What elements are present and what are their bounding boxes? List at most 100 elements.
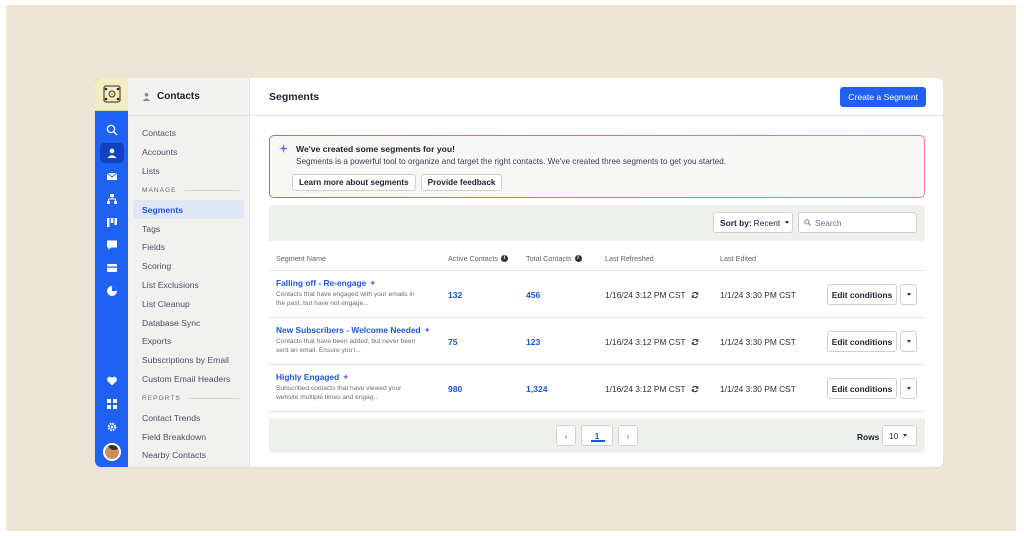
col-active-contacts: Active Contacts i xyxy=(448,254,508,263)
logo-icon xyxy=(103,85,120,103)
create-segment-button[interactable]: Create a Segment xyxy=(840,86,926,107)
learn-more-button[interactable]: Learn more about segments xyxy=(292,174,416,191)
info-icon[interactable]: i xyxy=(574,255,582,262)
info-banner: We've created some segments for you! Seg… xyxy=(269,135,925,198)
refresh-icon[interactable] xyxy=(691,291,699,299)
row-menu-button[interactable] xyxy=(900,378,917,399)
col-last-edited: Last Edited xyxy=(720,254,756,263)
segment-name: New Subscribers - Welcome Needed xyxy=(276,325,421,335)
segment-name-link[interactable]: New Subscribers - Welcome Needed ✦ xyxy=(276,325,431,335)
menu-item-nearby-contacts[interactable]: Nearby Contacts xyxy=(128,446,249,465)
menu-item-fields[interactable]: Fields xyxy=(128,238,249,257)
row-menu-button[interactable] xyxy=(900,331,917,352)
prev-page-button[interactable]: ‹ xyxy=(556,425,576,446)
last-edited: 1/1/24 3:30 PM CST xyxy=(720,384,796,394)
chevron-down-icon xyxy=(906,340,911,343)
menu-item-segments[interactable]: Segments xyxy=(133,200,244,220)
segment-name-link[interactable]: Highly Engaged ✦ xyxy=(276,372,349,382)
menu-item-contacts[interactable]: Contacts xyxy=(128,124,249,143)
last-refreshed: 1/16/24 3:12 PM CST xyxy=(605,290,699,300)
last-refreshed: 1/16/24 3:12 PM CST xyxy=(605,384,699,394)
kanban-icon[interactable] xyxy=(100,212,124,232)
menu-item-lists[interactable]: Lists xyxy=(128,162,249,181)
total-contacts-link[interactable]: 1,324 xyxy=(526,384,548,394)
menu-item-contact-trends[interactable]: Contact Trends xyxy=(128,408,249,427)
segment-description: Contacts that have been added, but never… xyxy=(276,338,416,354)
table-header: Segment Name Active Contacts i Total Cont… xyxy=(269,241,925,271)
rows-per-page-select[interactable]: 10 xyxy=(882,425,917,446)
edit-conditions-button[interactable]: Edit conditions xyxy=(827,331,897,352)
last-refreshed: 1/16/24 3:12 PM CST xyxy=(605,337,699,347)
last-refreshed-value: 1/16/24 3:12 PM CST xyxy=(605,337,686,347)
menu-item-list-cleanup[interactable]: List Cleanup xyxy=(128,294,249,313)
section-reports: REPORTS xyxy=(128,388,249,408)
last-refreshed-value: 1/16/24 3:12 PM CST xyxy=(605,290,686,300)
next-page-button[interactable]: › xyxy=(618,425,638,446)
search-icon[interactable] xyxy=(100,120,124,140)
side-menu: Contacts Contacts Accounts Lists MANAGE … xyxy=(128,78,250,467)
mail-icon[interactable] xyxy=(100,166,124,186)
edit-conditions-button[interactable]: Edit conditions xyxy=(827,284,897,305)
app-window: Contacts Contacts Accounts Lists MANAGE … xyxy=(95,78,943,467)
last-edited: 1/1/24 3:30 PM CST xyxy=(720,337,796,347)
segment-name-link[interactable]: Falling off - Re-engage ✦ xyxy=(276,278,376,288)
gear-icon[interactable] xyxy=(100,417,124,437)
table-row: Falling off - Re-engage ✦ Contacts that h… xyxy=(269,271,925,318)
search-box[interactable] xyxy=(798,212,917,233)
menu-item-list-exclusions[interactable]: List Exclusions xyxy=(128,276,249,295)
menu-item-custom-email-headers[interactable]: Custom Email Headers xyxy=(128,370,249,389)
menu-item-field-breakdown[interactable]: Field Breakdown xyxy=(128,427,249,446)
edit-conditions-button[interactable]: Edit conditions xyxy=(827,378,897,399)
feedback-button[interactable]: Provide feedback xyxy=(420,174,503,191)
table-row: New Subscribers - Welcome Needed ✦ Contac… xyxy=(269,318,925,365)
grid-icon[interactable] xyxy=(100,394,124,414)
menu-item-exports[interactable]: Exports xyxy=(128,332,249,351)
search-input[interactable] xyxy=(815,217,915,228)
segments-panel: Sort by: Recent Segment Name Active Cont… xyxy=(269,205,925,453)
active-contacts-link[interactable]: 132 xyxy=(448,290,462,300)
last-edited: 1/1/24 3:30 PM CST xyxy=(720,290,796,300)
person-icon xyxy=(142,92,151,101)
col-segment-name: Segment Name xyxy=(276,254,326,263)
segment-name: Highly Engaged xyxy=(276,372,340,382)
section-manage: MANAGE xyxy=(128,180,249,200)
segment-description: Subscribed contacts that have viewed you… xyxy=(276,385,402,401)
user-icon[interactable] xyxy=(99,143,124,163)
sparkle-icon xyxy=(279,144,288,153)
heart-icon[interactable] xyxy=(100,371,124,391)
sort-label: Sort by: xyxy=(720,217,752,228)
active-contacts-link[interactable]: 75 xyxy=(448,337,458,347)
row-menu-button[interactable] xyxy=(900,284,917,305)
table-row: Highly Engaged ✦ Subscribed contacts that… xyxy=(269,365,925,412)
menu-item-subscriptions-by-email[interactable]: Subscriptions by Email xyxy=(128,351,249,370)
menu-item-tags[interactable]: Tags xyxy=(128,219,249,238)
refresh-icon[interactable] xyxy=(691,385,699,393)
last-refreshed-value: 1/16/24 3:12 PM CST xyxy=(605,384,686,394)
chevron-down-icon xyxy=(903,434,908,437)
main-content: Segments Create a Segment We've created … xyxy=(250,78,943,467)
card-icon[interactable] xyxy=(100,258,124,278)
sparkle-icon: ✦ xyxy=(423,325,431,335)
logo[interactable] xyxy=(95,78,128,111)
sparkle-icon: ✦ xyxy=(342,372,350,382)
page-backdrop: Contacts Contacts Accounts Lists MANAGE … xyxy=(6,5,1016,531)
sort-dropdown[interactable]: Sort by: Recent xyxy=(713,212,793,233)
chat-icon[interactable] xyxy=(100,235,124,255)
info-icon[interactable]: i xyxy=(500,255,508,262)
sitemap-icon[interactable] xyxy=(100,189,124,209)
chevron-down-icon xyxy=(906,293,911,296)
refresh-icon[interactable] xyxy=(691,338,699,346)
menu-item-database-sync[interactable]: Database Sync xyxy=(128,313,249,332)
avatar[interactable] xyxy=(102,443,121,461)
total-contacts-link[interactable]: 456 xyxy=(526,290,540,300)
active-contacts-link[interactable]: 980 xyxy=(448,384,462,394)
chevron-down-icon xyxy=(785,221,790,224)
menu-item-accounts[interactable]: Accounts xyxy=(128,143,249,162)
pie-chart-icon[interactable] xyxy=(100,281,124,301)
total-contacts-link[interactable]: 123 xyxy=(526,337,540,347)
banner-description: Segments is a powerful tool to organize … xyxy=(296,157,727,166)
icon-rail xyxy=(95,78,128,467)
col-total-contacts-label: Total Contacts xyxy=(526,254,572,263)
menu-item-scoring[interactable]: Scoring xyxy=(128,257,249,276)
page-1-button[interactable]: 1 xyxy=(581,425,613,446)
